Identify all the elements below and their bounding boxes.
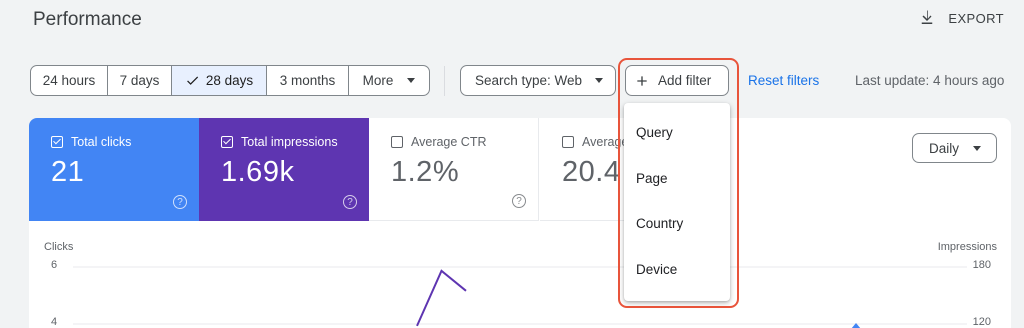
- plus-icon: [637, 75, 647, 86]
- toolbar-divider: [444, 66, 445, 96]
- metric-label: Total impressions: [241, 135, 338, 149]
- checkbox-checked-icon[interactable]: [51, 136, 63, 148]
- performance-card: Total clicks 21 ? Total impressions 1.69…: [29, 118, 1011, 328]
- add-filter-button[interactable]: Add filter: [625, 65, 729, 96]
- metric-value: 1.2%: [391, 156, 460, 188]
- add-filter-label: Add filter: [658, 73, 712, 88]
- chevron-down-icon: [595, 78, 604, 83]
- chevron-down-icon: [407, 78, 416, 83]
- filter-option-country[interactable]: Country: [624, 201, 730, 247]
- performance-chart: Clicks Impressions 6 4 180 120: [29, 221, 1011, 328]
- reset-filters-link[interactable]: Reset filters: [748, 73, 819, 88]
- filter-option-page[interactable]: Page: [624, 156, 730, 202]
- checkbox-unchecked-icon[interactable]: [391, 136, 403, 148]
- filter-option-query[interactable]: Query: [624, 110, 730, 156]
- impressions-series-line: [416, 269, 467, 327]
- metric-value: 21: [51, 156, 85, 188]
- chevron-down-icon: [973, 145, 982, 151]
- metric-header: Total impressions: [221, 135, 369, 149]
- export-label: EXPORT: [948, 10, 1004, 26]
- metric-header: Total clicks: [51, 135, 199, 149]
- metric-value: 1.69k: [221, 156, 295, 188]
- metric-label: Total clicks: [71, 135, 132, 149]
- date-more-label: More: [362, 73, 394, 88]
- search-type-label: Search type: Web: [475, 73, 583, 88]
- metric-header: Average CTR: [391, 135, 538, 149]
- date-7-days-button[interactable]: 7 days: [108, 66, 172, 95]
- download-icon: [922, 10, 933, 24]
- checkbox-unchecked-icon[interactable]: [562, 136, 574, 148]
- chart-lines: [73, 266, 967, 328]
- date-24-hours-button[interactable]: 24 hours: [31, 66, 108, 95]
- help-icon[interactable]: ?: [512, 194, 526, 208]
- date-28-days-button[interactable]: 28 days: [172, 66, 267, 95]
- granularity-label: Daily: [929, 140, 960, 156]
- help-icon[interactable]: ?: [173, 195, 187, 209]
- search-type-dropdown[interactable]: Search type: Web: [460, 65, 616, 96]
- checkmark-icon: [186, 76, 198, 85]
- granularity-dropdown[interactable]: Daily: [912, 133, 997, 163]
- metric-label: Average CTR: [411, 135, 487, 149]
- metric-average-ctr[interactable]: Average CTR 1.2% ?: [369, 118, 539, 221]
- date-3-months-label: 3 months: [279, 73, 336, 88]
- metric-total-clicks[interactable]: Total clicks 21 ?: [29, 118, 199, 221]
- date-28-days-label: 28 days: [205, 73, 254, 88]
- date-range-group: 24 hours 7 days 28 days 3 months More: [30, 65, 430, 96]
- export-button[interactable]: EXPORT: [918, 9, 1004, 27]
- help-icon[interactable]: ?: [343, 195, 357, 209]
- page-title: Performance: [33, 9, 142, 30]
- add-filter-menu: Query Page Country Device: [624, 103, 730, 301]
- date-7-days-label: 7 days: [119, 73, 160, 88]
- filter-option-device[interactable]: Device: [624, 247, 730, 293]
- checkbox-checked-icon[interactable]: [221, 136, 233, 148]
- date-24-hours-label: 24 hours: [42, 73, 96, 88]
- date-more-dropdown[interactable]: More: [349, 66, 429, 95]
- date-3-months-button[interactable]: 3 months: [267, 66, 349, 95]
- last-update-text: Last update: 4 hours ago: [855, 73, 1005, 88]
- metric-total-impressions[interactable]: Total impressions 1.69k ?: [199, 118, 369, 221]
